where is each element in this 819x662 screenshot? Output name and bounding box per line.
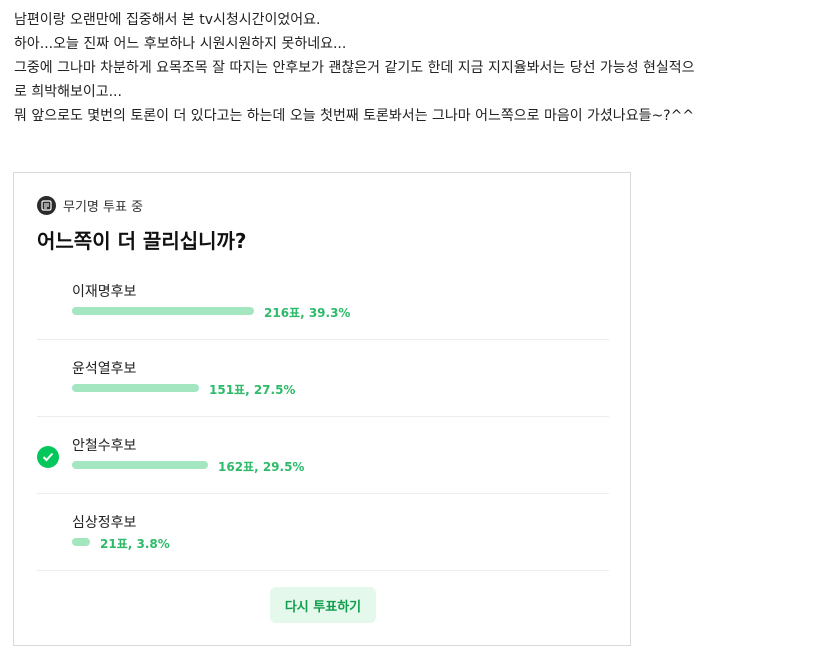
- option-result: 151표, 27.5%: [72, 383, 592, 397]
- option-result: 216표, 39.3%: [72, 306, 592, 320]
- post-body: 남편이랑 오랜만에 집중해서 본 tv시청시간이었어요. 하아...오늘 진짜 …: [14, 8, 814, 128]
- option-result: 162표, 29.5%: [72, 460, 592, 474]
- result-bar: [72, 384, 199, 392]
- post-line: 하아...오늘 진짜 어느 후보하나 시원시원하지 못하네요...: [14, 36, 347, 52]
- option-stats: 216표, 39.3%: [264, 306, 351, 320]
- poll-status: 무기명 투표 중: [63, 200, 144, 215]
- option-label: 이재명후보: [72, 284, 137, 300]
- poll-option-yoon[interactable]: 윤석열후보 151표, 27.5%: [37, 340, 609, 417]
- option-stats: 162표, 29.5%: [218, 460, 305, 474]
- result-bar: [72, 461, 208, 469]
- poll-header: 무기명 투표 중: [37, 196, 143, 215]
- post-line: 그중에 그나마 차분하게 요목조목 잘 따지는 안후보가 괜찮은거 같기도 한데…: [14, 60, 695, 76]
- option-stats: 21표, 3.8%: [100, 537, 170, 551]
- poll-card: 무기명 투표 중 어느쪽이 더 끌리십니까? 이재명후보 216표, 39.3%…: [13, 172, 631, 646]
- option-label: 심상정후보: [72, 515, 137, 531]
- result-bar: [72, 538, 90, 546]
- poll-option-lee[interactable]: 이재명후보 216표, 39.3%: [37, 263, 609, 340]
- post-line: 로 희박해보이고...: [14, 84, 122, 100]
- poll-option-ahn[interactable]: 안철수후보 162표, 29.5%: [37, 417, 609, 494]
- option-label: 안철수후보: [72, 438, 137, 454]
- vote-icon: [37, 196, 56, 215]
- option-result: 21표, 3.8%: [72, 537, 592, 551]
- result-bar-track: [72, 384, 534, 392]
- check-icon: [37, 446, 59, 468]
- post-line: 남편이랑 오랜만에 집중해서 본 tv시청시간이었어요.: [14, 12, 321, 28]
- poll-title: 어느쪽이 더 끌리십니까?: [37, 229, 247, 253]
- post-line: 뭐 앞으로도 몇번의 토론이 더 있다고는 하는데 오늘 첫번째 토론봐서는 그…: [14, 108, 695, 124]
- result-bar: [72, 307, 254, 315]
- revote-button[interactable]: 다시 투표하기: [270, 587, 376, 623]
- option-stats: 151표, 27.5%: [209, 383, 296, 397]
- poll-option-sim[interactable]: 심상정후보 21표, 3.8%: [37, 494, 609, 571]
- poll-options: 이재명후보 216표, 39.3% 윤석열후보 151표, 27.5% 안철수후…: [37, 263, 609, 571]
- option-label: 윤석열후보: [72, 361, 137, 377]
